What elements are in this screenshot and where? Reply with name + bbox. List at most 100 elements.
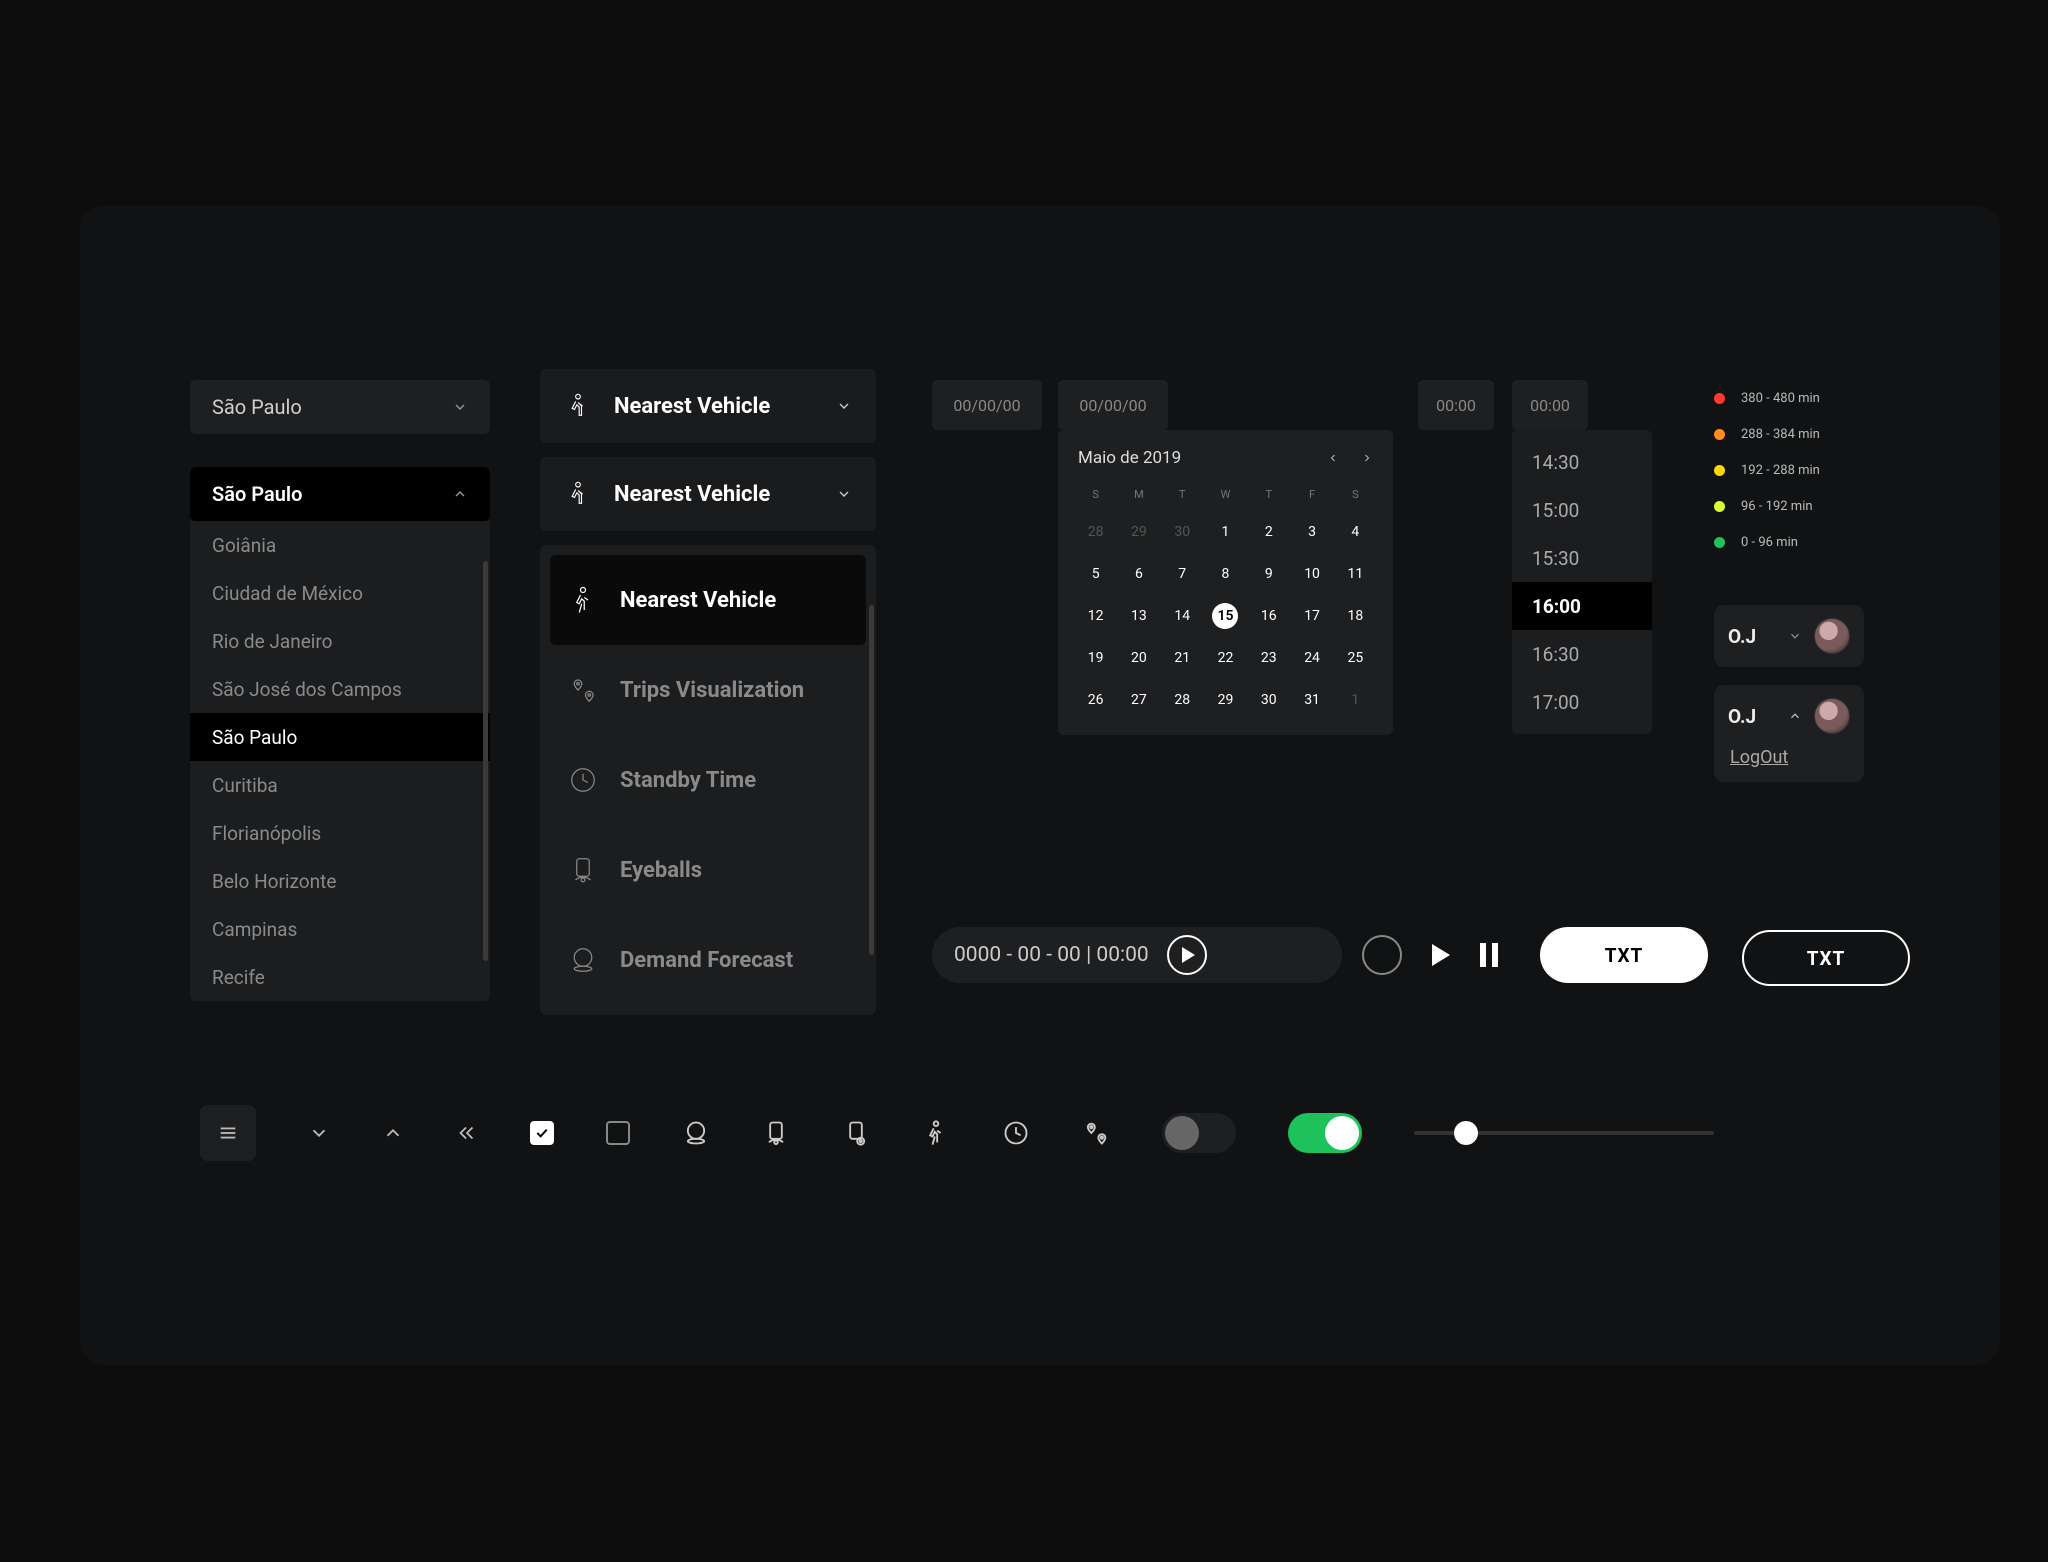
user-initials: O.J (1728, 625, 1776, 648)
calendar-day[interactable]: 23 (1247, 637, 1290, 679)
date-field-2[interactable]: 00/00/00 (1058, 380, 1168, 430)
calendar-day[interactable]: 20 (1117, 637, 1160, 679)
city-select-closed[interactable]: São Paulo (190, 380, 490, 434)
calendar-day[interactable]: 22 (1204, 637, 1247, 679)
calendar-day[interactable]: 10 (1290, 553, 1333, 595)
metric-option[interactable]: Demand Forecast (550, 915, 866, 1005)
calendar-next-icon[interactable] (1361, 452, 1373, 464)
logout-link[interactable]: LogOut (1728, 747, 1850, 768)
time-option[interactable]: 17:00 (1512, 678, 1652, 726)
calendar-day[interactable]: 16 (1247, 595, 1290, 637)
metric-dropdown-panel[interactable]: Nearest Vehicle Trips VisualizationStandb… (540, 545, 876, 1015)
calendar-day[interactable]: 31 (1290, 679, 1333, 721)
calendar-day[interactable]: 15 (1204, 595, 1247, 637)
city-option[interactable]: Rio de Janeiro (190, 617, 490, 665)
calendar-day[interactable]: 28 (1074, 511, 1117, 553)
calendar-day[interactable]: 13 (1117, 595, 1160, 637)
time-field-2[interactable]: 00:00 (1512, 380, 1588, 430)
calendar-day[interactable]: 1 (1204, 511, 1247, 553)
route-icon[interactable] (1082, 1119, 1110, 1147)
calendar-day[interactable]: 29 (1117, 511, 1160, 553)
calendar-day[interactable]: 9 (1247, 553, 1290, 595)
toggle-on[interactable] (1288, 1113, 1362, 1153)
city-option[interactable]: Florianópolis (190, 809, 490, 857)
chevron-down-icon[interactable] (308, 1122, 330, 1144)
time-option[interactable]: 15:30 (1512, 534, 1652, 582)
user-menu-panel[interactable]: O.J LogOut (1714, 685, 1864, 782)
time-scroller[interactable]: 14:3015:0015:3016:0016:3017:00 (1512, 430, 1652, 734)
pause-button[interactable] (1480, 943, 1498, 967)
trips-icon[interactable] (842, 1119, 870, 1147)
calendar-day[interactable]: 1 (1334, 679, 1377, 721)
city-option[interactable]: Recife (190, 953, 490, 1001)
calendar-day[interactable]: 7 (1161, 553, 1204, 595)
metric-option[interactable]: Standby Time (550, 735, 866, 825)
play-button[interactable] (1167, 935, 1207, 975)
calendar-day[interactable]: 2 (1247, 511, 1290, 553)
calendar-prev-icon[interactable] (1327, 452, 1339, 464)
calendar-day[interactable]: 17 (1290, 595, 1333, 637)
calendar-day[interactable]: 11 (1334, 553, 1377, 595)
metric-select-closed-1[interactable]: Nearest Vehicle (540, 369, 876, 443)
slider[interactable] (1414, 1131, 1714, 1135)
metric-option[interactable]: Trips Visualization (550, 645, 866, 735)
city-option[interactable]: São Paulo (190, 713, 490, 761)
city-option[interactable]: Ciudad de México (190, 569, 490, 617)
calendar-day[interactable]: 14 (1161, 595, 1204, 637)
txt-button-solid[interactable]: TXT (1540, 927, 1708, 983)
eye-icon (568, 855, 598, 885)
calendar-day[interactable]: 18 (1334, 595, 1377, 637)
time-option[interactable]: 16:30 (1512, 630, 1652, 678)
calendar-day[interactable]: 3 (1290, 511, 1333, 553)
city-dropdown[interactable]: GoiâniaCiudad de MéxicoRio de JaneiroSão… (190, 521, 490, 1001)
slider-handle[interactable] (1454, 1121, 1478, 1145)
calendar-day[interactable]: 8 (1204, 553, 1247, 595)
calendar-day[interactable]: 5 (1074, 553, 1117, 595)
city-option[interactable]: Goiânia (190, 521, 490, 569)
play-icon-free[interactable] (1432, 944, 1450, 966)
calendar-day[interactable]: 6 (1117, 553, 1160, 595)
txt-button-outline[interactable]: TXT (1742, 930, 1910, 986)
city-select-open[interactable]: São Paulo (190, 467, 490, 521)
forecast-icon[interactable] (682, 1119, 710, 1147)
clock-icon[interactable] (1002, 1119, 1030, 1147)
calendar-day[interactable]: 12 (1074, 595, 1117, 637)
checkbox-unchecked[interactable] (606, 1121, 630, 1145)
city-option[interactable]: Campinas (190, 905, 490, 953)
calendar-day[interactable]: 28 (1161, 679, 1204, 721)
walk-icon[interactable] (922, 1119, 950, 1147)
eye-icon[interactable] (762, 1119, 790, 1147)
legend-item: 0 - 96 min (1714, 524, 1864, 560)
city-option[interactable]: Belo Horizonte (190, 857, 490, 905)
calendar-day[interactable]: 30 (1161, 511, 1204, 553)
calendar-day[interactable]: 24 (1290, 637, 1333, 679)
calendar-day[interactable]: 29 (1204, 679, 1247, 721)
time-option[interactable]: 14:30 (1512, 438, 1652, 486)
calendar-day[interactable]: 4 (1334, 511, 1377, 553)
calendar-day[interactable]: 27 (1117, 679, 1160, 721)
metric-option[interactable]: Nearest Vehicle (550, 555, 866, 645)
metric-option-label: Nearest Vehicle (620, 588, 776, 613)
calendar-day[interactable]: 21 (1161, 637, 1204, 679)
calendar[interactable]: Maio de 2019 SMTWTFS28293012345678910111… (1058, 430, 1393, 735)
hamburger-button[interactable] (200, 1105, 256, 1161)
city-option[interactable]: Curitiba (190, 761, 490, 809)
calendar-day[interactable]: 30 (1247, 679, 1290, 721)
time-option[interactable]: 16:00 (1512, 582, 1652, 630)
calendar-day[interactable]: 25 (1334, 637, 1377, 679)
metric-select-closed-2[interactable]: Nearest Vehicle (540, 457, 876, 531)
metric-option[interactable]: Eyeballs (550, 825, 866, 915)
toggle-off[interactable] (1162, 1113, 1236, 1153)
time-option[interactable]: 15:00 (1512, 486, 1652, 534)
checkbox-checked[interactable] (530, 1121, 554, 1145)
clock-icon (568, 765, 598, 795)
time-field-1[interactable]: 00:00 (1418, 380, 1494, 430)
calendar-day[interactable]: 26 (1074, 679, 1117, 721)
city-option[interactable]: São José dos Campos (190, 665, 490, 713)
chevron-up-icon[interactable] (382, 1122, 404, 1144)
loop-button[interactable] (1362, 935, 1402, 975)
user-chip[interactable]: O.J (1714, 605, 1864, 667)
calendar-day[interactable]: 19 (1074, 637, 1117, 679)
chevron-double-left-icon[interactable] (456, 1122, 478, 1144)
date-field-1[interactable]: 00/00/00 (932, 380, 1042, 430)
